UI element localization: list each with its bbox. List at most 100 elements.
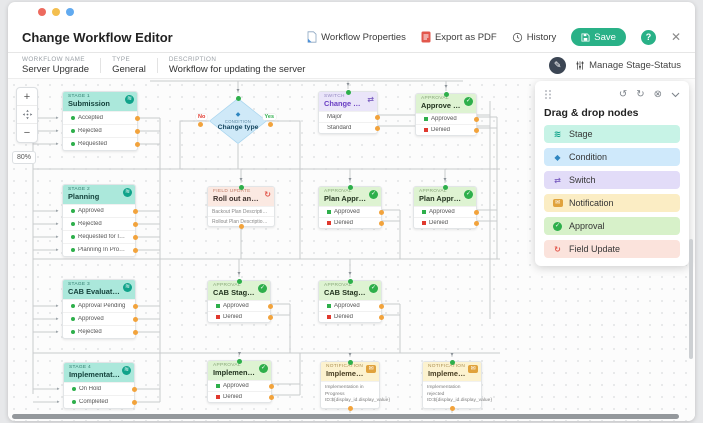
stage-status-row[interactable]: ▸Completed xyxy=(64,395,134,408)
approval-row[interactable]: Approved xyxy=(416,113,476,124)
undo-icon[interactable]: ↺ xyxy=(619,89,627,100)
collapse-chevron-icon[interactable] xyxy=(671,92,680,98)
input-port[interactable] xyxy=(237,279,242,284)
node-approval-plan-lvl-1[interactable]: ▾ APPROVAL Plan Approval LVL 1 ✓ Approve… xyxy=(318,186,382,229)
stage-status-row[interactable]: ▸Rejected xyxy=(63,325,135,338)
stage-status-row[interactable]: ▸Rejected xyxy=(63,124,137,137)
stage-status-row[interactable]: ▸Approved xyxy=(63,312,135,325)
approval-row[interactable]: Approved xyxy=(414,206,476,217)
node-approval-cab-stage-2[interactable]: ▾ APPROVAL CAB Stage 2 ✓ Approved Denied xyxy=(318,280,382,323)
stage-status-row[interactable]: ▸On Hold xyxy=(64,382,134,395)
input-port[interactable] xyxy=(443,185,448,190)
close-icon[interactable]: ✕ xyxy=(671,30,681,44)
input-port[interactable] xyxy=(239,185,244,190)
connector-port[interactable] xyxy=(379,221,384,226)
export-pdf-button[interactable]: Export as PDF xyxy=(421,31,497,43)
switch-case-row[interactable]: Standard xyxy=(319,122,377,133)
node-stage-1[interactable]: STAGE 1 Submission ≋ ▸Accepted ▸Rejected… xyxy=(62,91,138,151)
node-stage-3[interactable]: STAGE 3 CAB Evaluation ≋ ▸Approval Pendi… xyxy=(62,279,136,339)
redo-icon[interactable]: ↻ xyxy=(636,89,644,100)
stage-status-row[interactable]: ▸Approved xyxy=(63,204,135,217)
connector-port[interactable] xyxy=(133,222,138,227)
connector-port[interactable] xyxy=(132,400,137,405)
node-field-update[interactable]: ▾ FIELD UPDATE Roll out and Back... ↻ Ba… xyxy=(207,186,275,227)
input-port[interactable] xyxy=(237,359,242,364)
connector-port[interactable] xyxy=(379,315,384,320)
approval-row[interactable]: Denied xyxy=(416,124,476,135)
zoom-level-indicator[interactable]: 80% xyxy=(12,151,36,164)
stage-status-row[interactable]: ▸Requested xyxy=(63,137,137,150)
connector-port[interactable] xyxy=(474,210,479,215)
connector-port[interactable] xyxy=(450,406,455,411)
input-port[interactable] xyxy=(348,360,353,365)
traffic-light-minimize[interactable] xyxy=(52,8,60,16)
history-button[interactable]: History xyxy=(512,32,557,43)
node-stage-4[interactable]: STAGE 4 Implementation ≋ ▸On Hold ▸Compl… xyxy=(63,362,135,409)
pan-button[interactable] xyxy=(17,106,37,124)
approval-row[interactable]: Denied xyxy=(208,391,271,402)
horizontal-scrollbar[interactable] xyxy=(12,414,679,419)
connector-port[interactable] xyxy=(474,117,479,122)
save-button[interactable]: Save xyxy=(571,28,626,46)
connector-port[interactable] xyxy=(268,304,273,309)
zoom-out-button[interactable]: − xyxy=(17,124,37,142)
connector-port[interactable] xyxy=(239,224,244,229)
input-port[interactable] xyxy=(236,96,241,101)
node-condition-change-type[interactable]: ▾ ◆ CONDITION Change type No Yes xyxy=(209,98,267,144)
node-approval-approve-request[interactable]: ▾ APPROVAL Approve request ✓ Approved De… xyxy=(415,93,477,136)
approval-row[interactable]: Approved xyxy=(319,300,381,311)
node-notification-in-progress[interactable]: ▾ NOTIFICATION Implementation i... ✉ Imp… xyxy=(320,361,380,409)
workflow-canvas[interactable]: + − 80% STAGE 1 Submission ≋ ▸Accepted ▸… xyxy=(8,79,695,421)
connector-port[interactable] xyxy=(375,115,380,120)
node-approval-implementing[interactable]: ▾ APPROVAL Implementing Ap... ✓ Approved… xyxy=(207,360,272,403)
approval-row[interactable]: Approved xyxy=(319,206,381,217)
clear-icon[interactable]: ⊗ xyxy=(654,89,662,100)
approval-row[interactable]: Denied xyxy=(319,217,381,228)
connector-port[interactable] xyxy=(269,384,274,389)
connector-port[interactable] xyxy=(133,304,138,309)
node-notification-rejected[interactable]: ▾ NOTIFICATION Implementation R... ✉ Imp… xyxy=(422,361,482,409)
connector-port[interactable] xyxy=(474,128,479,133)
manage-stage-status-button[interactable]: Manage Stage-Status xyxy=(575,60,681,71)
stage-status-row[interactable]: ▸Rejected xyxy=(63,217,135,230)
edit-pencil-icon[interactable]: ✎ xyxy=(549,57,566,74)
palette-item-stage[interactable]: ≋ Stage xyxy=(544,125,680,143)
connector-port[interactable] xyxy=(133,209,138,214)
input-port[interactable] xyxy=(450,360,455,365)
approval-row[interactable]: Approved xyxy=(208,300,270,311)
node-approval-cab-stage-1[interactable]: ▾ APPROVAL CAB Stage 1 ✓ Approved Denied xyxy=(207,280,271,323)
traffic-light-close[interactable] xyxy=(38,8,46,16)
connector-port[interactable] xyxy=(375,126,380,131)
input-port[interactable] xyxy=(444,92,449,97)
connector-port[interactable] xyxy=(133,235,138,240)
connector-port[interactable] xyxy=(135,129,140,134)
stage-status-row[interactable]: ▸Accepted xyxy=(63,111,137,124)
approval-row[interactable]: Approved xyxy=(208,380,271,391)
zoom-in-button[interactable]: + xyxy=(17,88,37,106)
input-port[interactable] xyxy=(348,279,353,284)
connector-port[interactable] xyxy=(474,221,479,226)
help-icon[interactable]: ? xyxy=(641,30,656,45)
palette-item-field-update[interactable]: ↻ Field Update xyxy=(544,240,680,258)
connector-port[interactable] xyxy=(379,304,384,309)
connector-port[interactable] xyxy=(133,330,138,335)
connector-port[interactable] xyxy=(269,395,274,400)
input-port[interactable] xyxy=(346,90,351,95)
connector-port[interactable] xyxy=(379,210,384,215)
traffic-light-maximize[interactable] xyxy=(66,8,74,16)
drag-handle-icon[interactable] xyxy=(544,89,552,100)
input-port[interactable] xyxy=(348,185,353,190)
node-stage-2[interactable]: STAGE 2 Planning ≋ ▸Approved ▸Rejected ▸… xyxy=(62,184,136,257)
palette-item-approval[interactable]: ✓ Approval xyxy=(544,217,680,235)
connector-port[interactable] xyxy=(132,387,137,392)
connector-port[interactable] xyxy=(268,315,273,320)
connector-port[interactable] xyxy=(198,122,203,127)
stage-status-row[interactable]: ▸Requested for Informat... xyxy=(63,230,135,243)
connector-port[interactable] xyxy=(348,406,353,411)
stage-status-row[interactable]: ▸Planning In Progress xyxy=(63,243,135,256)
approval-row[interactable]: Denied xyxy=(319,311,381,322)
connector-port[interactable] xyxy=(133,317,138,322)
connector-port[interactable] xyxy=(135,116,140,121)
node-approval-plan-lvl-2[interactable]: ▾ APPROVAL Plan Approval LVL 2 ✓ Approve… xyxy=(413,186,477,229)
vertical-scrollbar[interactable] xyxy=(689,239,693,359)
